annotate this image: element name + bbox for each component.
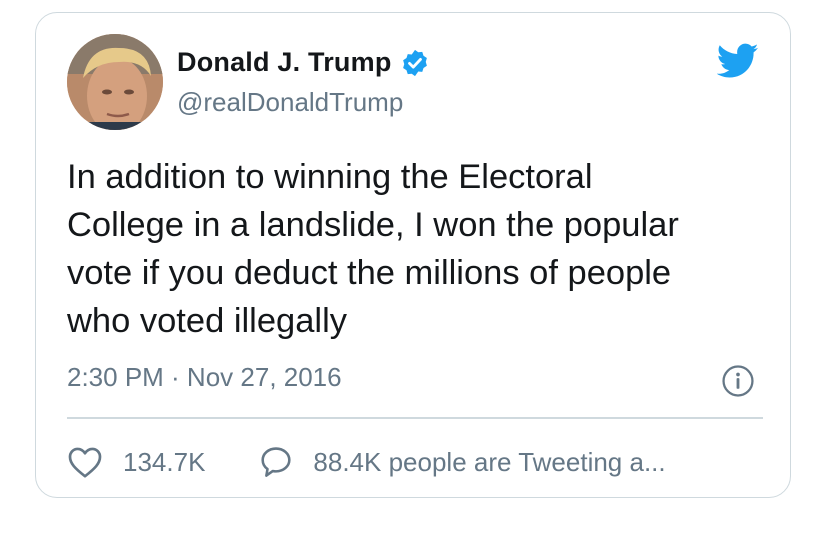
heart-icon — [68, 447, 102, 478]
info-icon[interactable] — [721, 364, 755, 398]
verified-badge-icon — [402, 49, 427, 76]
divider — [67, 417, 763, 419]
timestamp[interactable]: 2:30 PM · Nov 27, 2016 — [67, 362, 342, 393]
twitter-bird-icon[interactable] — [717, 43, 759, 79]
display-name-row: Donald J. Trump — [177, 47, 430, 78]
action-bar: 134.7K 88.4K people are Tweeting a... — [67, 444, 666, 480]
like-button[interactable]: 134.7K — [67, 445, 205, 479]
display-name[interactable]: Donald J. Trump — [177, 47, 392, 78]
tweeting-button[interactable]: 88.4K people are Tweeting a... — [259, 445, 666, 479]
tweet-card: Donald J. Trump @realDonaldTrump In addi… — [35, 12, 791, 498]
avatar[interactable] — [67, 34, 163, 130]
like-count: 134.7K — [123, 446, 206, 477]
handle[interactable]: @realDonaldTrump — [177, 87, 403, 118]
speech-bubble-icon — [261, 447, 291, 477]
tweeting-count: 88.4K people are Tweeting a... — [313, 446, 666, 477]
tweet-text: In addition to winning the Electoral Col… — [67, 158, 679, 340]
